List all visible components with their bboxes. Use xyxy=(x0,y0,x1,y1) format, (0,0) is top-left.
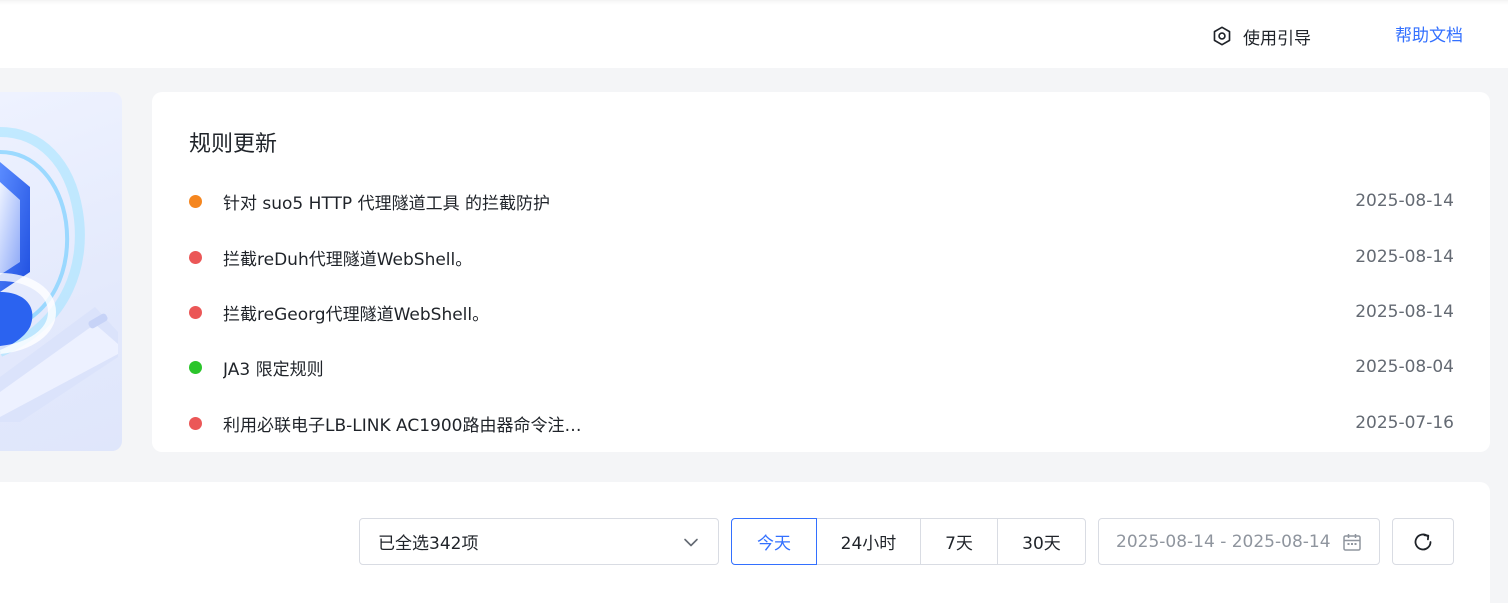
rule-item-date: 2025-08-14 xyxy=(1355,247,1454,267)
rule-item-date: 2025-08-04 xyxy=(1355,357,1454,377)
rule-item-text: 拦截reDuh代理隧道WebShell。 xyxy=(223,249,473,270)
rule-item[interactable]: 利用必联电子LB-LINK AC1900路由器命令注… 2025-07-16 xyxy=(189,408,1454,438)
calendar-icon xyxy=(1343,533,1361,551)
rule-updates-panel: 规则更新 针对 suo5 HTTP 代理隧道工具 的拦截防护 2025-08-1… xyxy=(152,92,1490,452)
shield-illustration xyxy=(0,127,118,422)
scope-select[interactable]: 已全选342项 xyxy=(359,518,719,565)
filter-bar: 已全选342项 今天 24小时 7天 30天 2025-08-14 - 2025… xyxy=(0,482,1490,603)
hero-illustration xyxy=(0,92,122,451)
rule-item[interactable]: 拦截reDuh代理隧道WebShell。 2025-08-14 xyxy=(189,242,1454,272)
usage-guide-label: 使用引导 xyxy=(1243,28,1311,49)
tab-30d[interactable]: 30天 xyxy=(997,518,1086,565)
date-range-value: 2025-08-14 - 2025-08-14 xyxy=(1116,531,1331,552)
status-dot xyxy=(189,360,202,374)
scope-select-value: 已全选342项 xyxy=(378,534,479,554)
rule-item-text: 针对 suo5 HTTP 代理隧道工具 的拦截防护 xyxy=(223,193,550,214)
rule-item-text: JA3 限定规则 xyxy=(223,359,324,380)
refresh-icon xyxy=(1414,533,1432,550)
chevron-down-icon xyxy=(684,538,698,546)
rule-item-text: 拦截reGeorg代理隧道WebShell。 xyxy=(223,304,490,325)
rule-item[interactable]: JA3 限定规则 2025-08-04 xyxy=(189,352,1454,382)
tab-today[interactable]: 今天 xyxy=(731,518,817,565)
tab-7d[interactable]: 7天 xyxy=(920,518,998,565)
help-docs-link[interactable]: 帮助文档 xyxy=(1395,24,1463,48)
rule-item-date: 2025-08-14 xyxy=(1355,191,1454,211)
refresh-button[interactable] xyxy=(1392,518,1454,565)
top-header: 使用引导 帮助文档 xyxy=(0,0,1508,68)
status-dot xyxy=(189,194,202,208)
guide-icon xyxy=(1213,26,1231,46)
rule-item-date: 2025-08-14 xyxy=(1355,302,1454,322)
rule-updates-title: 规则更新 xyxy=(189,132,278,157)
rule-item-text: 利用必联电子LB-LINK AC1900路由器命令注… xyxy=(223,415,582,436)
status-dot xyxy=(189,250,202,264)
date-range-picker[interactable]: 2025-08-14 - 2025-08-14 xyxy=(1098,518,1380,565)
usage-guide-button[interactable]: 使用引导 xyxy=(1211,24,1311,49)
rule-item-date: 2025-07-16 xyxy=(1355,413,1454,433)
rule-item[interactable]: 拦截reGeorg代理隧道WebShell。 2025-08-14 xyxy=(189,297,1454,327)
status-dot xyxy=(189,305,202,319)
rule-item[interactable]: 针对 suo5 HTTP 代理隧道工具 的拦截防护 2025-08-14 xyxy=(189,186,1454,216)
status-dot xyxy=(189,416,202,430)
tab-24h[interactable]: 24小时 xyxy=(816,518,921,565)
